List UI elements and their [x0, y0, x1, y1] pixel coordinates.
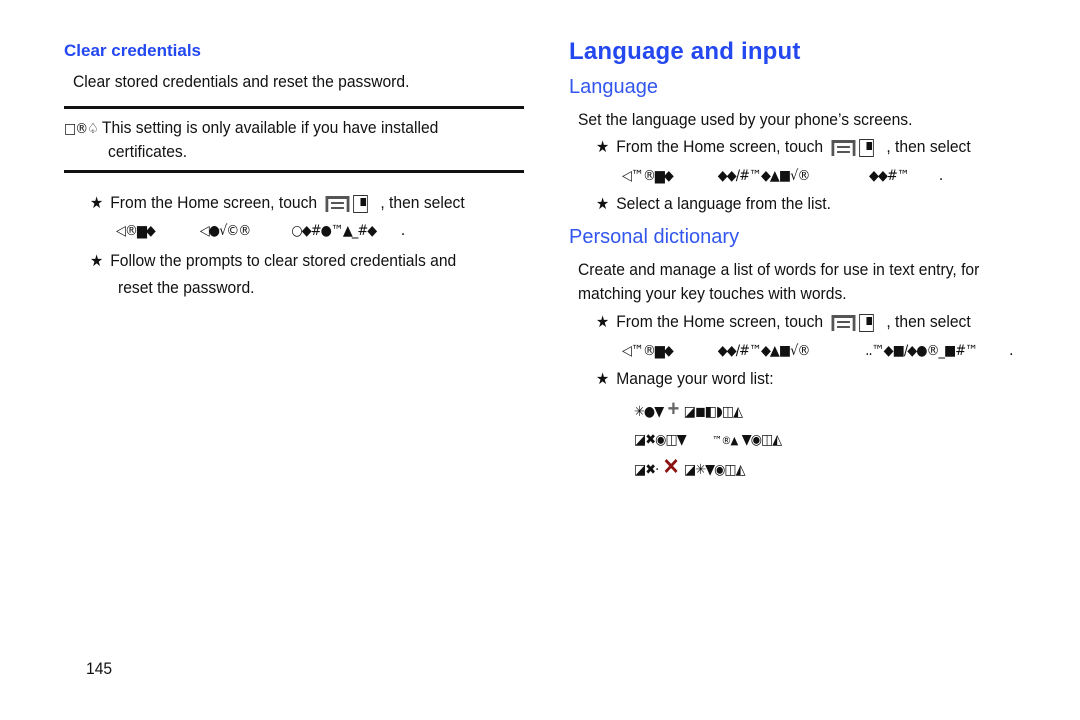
- note-line-1: □®♤ This setting is only available if yo…: [64, 116, 438, 141]
- page-title: Language and input: [569, 38, 801, 65]
- menu-path-item: ◁®▆◆: [116, 223, 156, 239]
- step-row: ★ From the Home screen, touch , then sele…: [596, 135, 971, 160]
- menu-path-item: ◆◆#™: [868, 168, 910, 184]
- sub-item-glyphs: ◪✳▼◉◫◭: [683, 462, 746, 478]
- step-text: Manage your word list:: [616, 369, 774, 388]
- sub-item-glyphs: ◪✖·: [634, 462, 659, 478]
- step-row: ★ From the Home screen, touch , then sele…: [596, 310, 971, 335]
- dictionary-intro-line-1: Create and manage a list of words for us…: [578, 260, 980, 279]
- sub-item-glyphs: ◪◼◧◗◫◭: [683, 404, 743, 420]
- note-line-2: certificates.: [108, 142, 188, 161]
- sub-item-glyphs: ✳●▼: [634, 404, 664, 420]
- step-text: Follow the prompts to clear stored crede…: [110, 251, 457, 270]
- sub-item-glyphs: ▼◉◫◭: [741, 432, 782, 448]
- word-list-sub-item: ✳●▼ + ◪◼◧◗◫◭: [634, 396, 743, 424]
- menu-icon: [831, 139, 856, 156]
- step-text-suffix: , then select: [380, 193, 465, 212]
- note-text-1: This setting is only available if you ha…: [101, 118, 439, 137]
- word-list-sub-item: ◪✖◉◫▼ ™®▲ ▼◉◫◭: [634, 427, 782, 453]
- section-heading-language: Language: [569, 76, 658, 98]
- step-text-suffix: , then select: [886, 137, 971, 156]
- settings-icon: [352, 194, 368, 213]
- step-row: ★ Follow the prompts to clear stored cred…: [90, 249, 456, 274]
- menu-path-item: ◁●√©®: [199, 223, 251, 239]
- star-bullet-icon: ★: [90, 253, 104, 270]
- menu-path-item: ◁™®▆◆: [622, 168, 674, 184]
- page-number: 145: [86, 659, 113, 678]
- menu-icon: [831, 314, 856, 331]
- delete-x-icon: ✕: [662, 454, 680, 479]
- star-bullet-icon: ★: [90, 195, 104, 212]
- period: .: [1009, 340, 1014, 359]
- note-bottom-rule: [64, 170, 524, 173]
- sub-item-glyphs: ◪✖◉◫▼: [634, 432, 687, 448]
- language-intro: Set the language used by your phone’s sc…: [578, 110, 913, 129]
- step-row: ★ Select a language from the list.: [596, 192, 831, 217]
- menu-path-item: ◆◆/#™◆▲■√®: [717, 343, 811, 359]
- tm-icon: ™®▲: [712, 434, 738, 447]
- period: .: [400, 220, 406, 239]
- step-glyph-row: ◁™®▆◆ ◆◆/#™◆▲■√® ◆◆#™ .: [622, 163, 943, 188]
- settings-icon: [858, 138, 874, 157]
- star-bullet-icon: ★: [596, 139, 610, 156]
- word-list-sub-item: ◪✖· ✕ ◪✳▼◉◫◭: [634, 454, 746, 482]
- dictionary-intro-line-2: matching your key touches with words.: [578, 284, 847, 303]
- note-top-rule: [64, 106, 524, 109]
- step-text: Select a language from the list.: [616, 194, 831, 213]
- step-text: From the Home screen, touch: [616, 312, 824, 331]
- step-text-line-2: reset the password.: [118, 278, 255, 297]
- step-glyph-row: ◁™®▆◆ ◆◆/#™◆▲■√® ..™◆■/◆●®_■#™ .: [622, 338, 1013, 363]
- menu-path-item: ◁™®▆◆: [622, 343, 674, 359]
- step-text-suffix: , then select: [886, 312, 971, 331]
- menu-path-item: ◆◆/#™◆▲■√®: [717, 168, 811, 184]
- step-glyph-row: ◁®▆◆ ◁●√©® ○◆#●™▲_#◆ .: [116, 218, 405, 243]
- star-bullet-icon: ★: [596, 196, 610, 213]
- plus-icon: +: [667, 396, 680, 421]
- settings-icon: [858, 313, 874, 332]
- step-text: From the Home screen, touch: [616, 137, 824, 156]
- period: .: [938, 165, 944, 184]
- step-row: ★ From the Home screen, touch , then sele…: [90, 191, 465, 216]
- section-heading-clear-credentials: Clear credentials: [64, 41, 202, 60]
- menu-path-item: ○◆#●™▲_#◆: [291, 223, 377, 239]
- note-icon: □®♤: [64, 121, 99, 137]
- step-row: ★ Manage your word list:: [596, 367, 774, 392]
- star-bullet-icon: ★: [596, 314, 610, 331]
- menu-icon: [325, 195, 350, 212]
- clear-credentials-intro: Clear stored credentials and reset the p…: [73, 72, 410, 91]
- star-bullet-icon: ★: [596, 371, 610, 388]
- menu-path-item: ..™◆■/◆●®_■#™: [865, 343, 978, 359]
- section-heading-personal-dictionary: Personal dictionary: [569, 226, 740, 248]
- step-text: From the Home screen, touch: [110, 193, 318, 212]
